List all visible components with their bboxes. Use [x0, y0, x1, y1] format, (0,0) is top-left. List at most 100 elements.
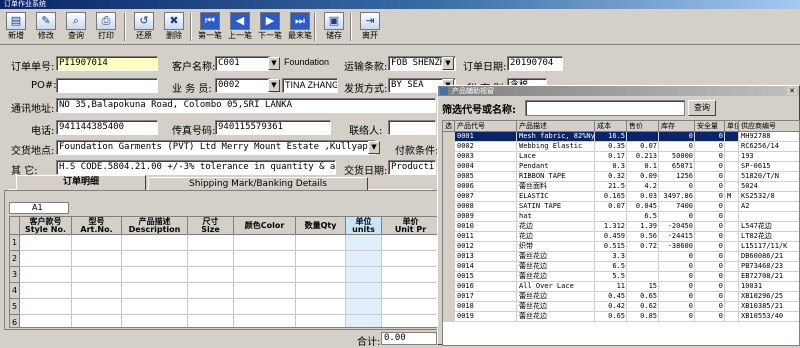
product-row[interactable]: 0005 RIBBON TAPE 0.32 0.09 1256 0 51820/T/N — [443, 172, 799, 182]
close-icon[interactable]: ✕ — [787, 87, 797, 95]
sales-dropdown-button[interactable]: ▼ — [268, 79, 280, 92]
grid-row-number[interactable]: 4 — [10, 283, 20, 299]
product-cell[interactable] — [443, 132, 455, 142]
query-button[interactable]: 查询 — [688, 100, 716, 116]
detail-grid[interactable]: 客户款号 Style No. 型号 Art.No. 产品描述 Description… — [9, 216, 439, 328]
save-button[interactable]: ▣ 储存 — [320, 11, 348, 43]
product-cell[interactable] — [443, 222, 455, 232]
product-column-header[interactable]: 成本 — [595, 121, 627, 132]
other-field[interactable]: H.S CODE.5804.21.00 +/-3% tolerance in q… — [56, 160, 336, 175]
product-row[interactable]: 0019 蕾丝花边 0.65 0.85 0 0 XB10553/40 — [443, 312, 799, 322]
contact-field[interactable] — [388, 120, 436, 135]
product-cell[interactable] — [443, 272, 455, 282]
grid-row-number[interactable]: 2 — [10, 251, 20, 267]
grid-cell[interactable] — [296, 299, 346, 315]
shipping-terms-dropdown-button[interactable]: ▼ — [442, 57, 454, 70]
grid-cell[interactable] — [188, 267, 234, 283]
product-row[interactable]: 0014 蕾丝花边 6.5 0 0 PB73468/23 — [443, 262, 799, 272]
grid-cell[interactable] — [72, 267, 122, 283]
product-cell[interactable] — [443, 232, 455, 242]
new-button[interactable]: ▤ 新增 — [2, 11, 30, 43]
grid-cell[interactable] — [188, 283, 234, 299]
product-row[interactable]: 0003 Lace 0.17 0.213 50000 0 193 — [443, 152, 799, 162]
product-cell[interactable] — [443, 282, 455, 292]
product-row[interactable]: 0012 织带 0.515 0.72 -38600 0 L15117/11/K — [443, 242, 799, 252]
product-column-header[interactable]: 单位 — [725, 121, 739, 132]
product-column-header[interactable]: 安全量 — [695, 121, 725, 132]
product-row[interactable]: 0011 花边 0.459 0.56 -24415 0 LT82花边 — [443, 232, 799, 242]
grid-cell[interactable] — [234, 267, 296, 283]
product-column-header[interactable]: 选 — [443, 121, 455, 132]
grid-cell[interactable] — [188, 315, 234, 327]
grid-cell[interactable] — [122, 251, 188, 267]
product-cell[interactable] — [443, 162, 455, 172]
grid-cell[interactable] — [234, 299, 296, 315]
phone-field[interactable]: 941144385400 — [56, 120, 158, 135]
grid-cell[interactable] — [72, 251, 122, 267]
grid-cell[interactable] — [234, 283, 296, 299]
order-no-field[interactable]: PI1907014 — [56, 56, 158, 71]
grid-cell[interactable] — [382, 299, 438, 315]
grid-cell[interactable] — [382, 235, 438, 251]
product-row[interactable]: 0008 SATIN TAPE 0.07 0.045 7400 0 A2 — [443, 202, 799, 212]
product-column-header[interactable]: 供应商编号 — [739, 121, 799, 132]
edit-button[interactable]: ✎ 修改 — [32, 11, 60, 43]
product-cell[interactable] — [443, 292, 455, 302]
grid-cell[interactable] — [188, 235, 234, 251]
grid-cell[interactable] — [234, 315, 296, 327]
delivery-date-field[interactable]: Production — [388, 160, 436, 175]
grid-cell[interactable] — [296, 283, 346, 299]
print-button[interactable]: ⎙ 打印 — [92, 11, 120, 43]
grid-cell[interactable] — [20, 251, 72, 267]
grid-cell[interactable] — [20, 283, 72, 299]
product-cell[interactable] — [443, 302, 455, 312]
grid-column-header[interactable]: 型号 Art.No. — [72, 217, 122, 235]
grid-column-header[interactable]: 数量Qty — [296, 217, 346, 235]
delete-button[interactable]: ✖ 删除 — [160, 11, 188, 43]
grid-cell[interactable] — [382, 315, 438, 327]
first-button[interactable]: ⏮ 第一笔 — [196, 11, 224, 43]
grid-cell[interactable] — [188, 251, 234, 267]
grid-cell[interactable] — [20, 267, 72, 283]
grid-cell[interactable] — [346, 283, 382, 299]
grid-column-header[interactable]: 尺寸 Size — [188, 217, 234, 235]
product-cell[interactable] — [443, 172, 455, 182]
product-column-header[interactable]: 产品代号 — [455, 121, 517, 132]
grid-cell[interactable] — [122, 267, 188, 283]
exit-button[interactable]: ⇥ 离开 — [356, 11, 384, 43]
next-button[interactable]: ▶ 下一笔 — [256, 11, 284, 43]
product-column-header[interactable]: 库存 — [659, 121, 695, 132]
product-cell[interactable] — [443, 152, 455, 162]
grid-column-header[interactable]: 颜色Color — [234, 217, 296, 235]
product-grid[interactable]: 选产品代号产品描述成本售价库存安全量单位供应商编号0001Mesh fabric… — [442, 120, 800, 346]
delivery-place-dropdown-button[interactable]: ▼ — [368, 141, 380, 154]
grid-cell[interactable] — [296, 251, 346, 267]
product-row[interactable]: 0002 Webbing Elastic 0.35 0.07 0 0 RC6256/14 — [443, 142, 799, 152]
grid-column-header[interactable]: 客户款号 Style No. — [20, 217, 72, 235]
tab-order-details[interactable]: 订单明细 — [16, 175, 146, 190]
grid-cell[interactable] — [382, 251, 438, 267]
grid-cell[interactable] — [72, 315, 122, 327]
grid-cell[interactable] — [72, 235, 122, 251]
grid-cell[interactable] — [122, 299, 188, 315]
product-row[interactable]: 0010 花边 1.312 1.39 -20450 0 L547花边 — [443, 222, 799, 232]
prev-button[interactable]: ◀ 上一笔 — [226, 11, 254, 43]
product-cell[interactable] — [443, 182, 455, 192]
product-cell[interactable] — [443, 312, 455, 322]
product-row[interactable]: 0004 Pendant 0.3 0.1 65071 0 SP-0615 — [443, 162, 799, 172]
customer-code-field[interactable]: C001 — [215, 56, 271, 71]
customer-dropdown-button[interactable]: ▼ — [268, 57, 280, 70]
product-row[interactable]: 0018 蕾丝花边 0.42 0.62 0 0 XB10385/21 — [443, 302, 799, 312]
grid-cell[interactable] — [188, 299, 234, 315]
product-cell[interactable] — [443, 142, 455, 152]
product-row[interactable]: 0009 hat 6.5 0 0 — [443, 212, 799, 222]
product-cell[interactable] — [443, 192, 455, 202]
grid-column-header[interactable]: 单位 units — [346, 217, 382, 235]
query-button[interactable]: ⌕ 查询 — [62, 11, 90, 43]
grid-cell[interactable] — [72, 299, 122, 315]
tab-shipping-mark[interactable]: Shipping Mark/Banking Details — [148, 177, 368, 190]
product-row[interactable]: 0015 蕾丝花边 5.5 0 0 EB72708/21 — [443, 272, 799, 282]
grid-cell[interactable] — [296, 235, 346, 251]
grid-cell[interactable] — [72, 283, 122, 299]
grid-cell[interactable] — [122, 315, 188, 327]
